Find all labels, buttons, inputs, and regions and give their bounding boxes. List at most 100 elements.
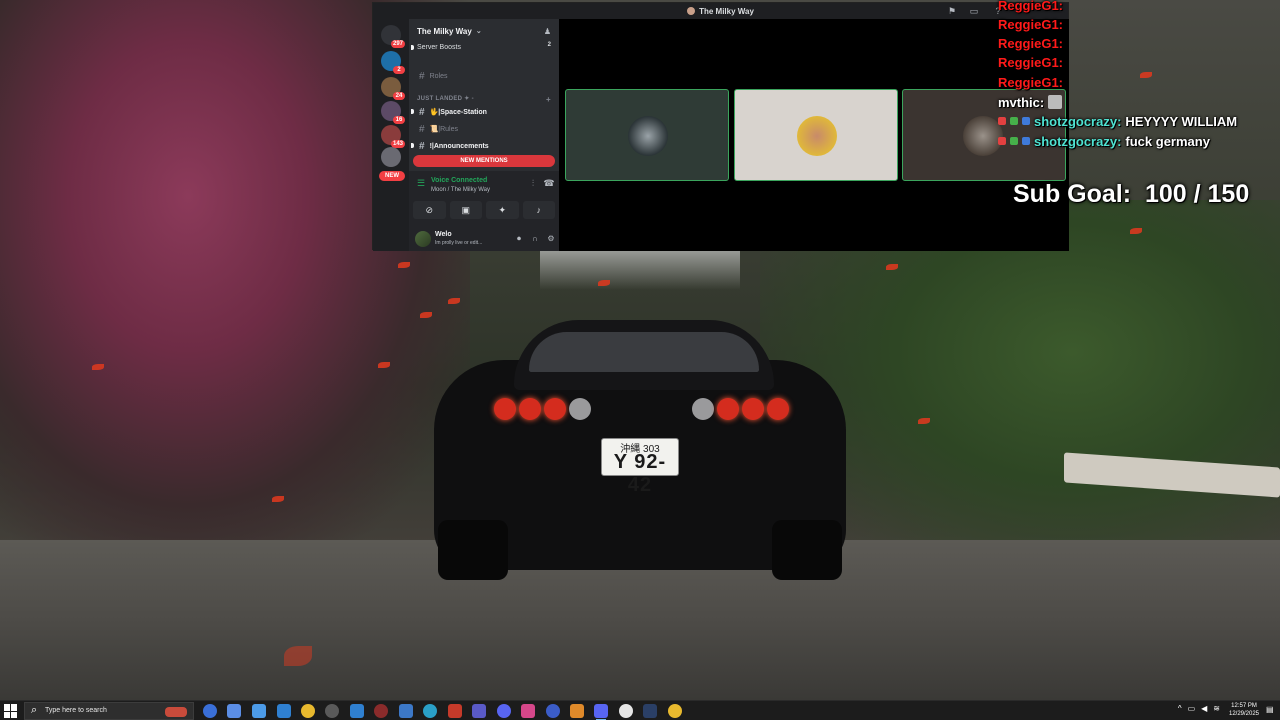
participant-tile[interactable] (565, 89, 729, 181)
hash-icon: # (419, 123, 425, 135)
channel-space-station[interactable]: # 🖖|Space-Station (409, 105, 559, 119)
badge-icon (998, 117, 1006, 125)
emote-icon (1048, 95, 1063, 109)
server-icon-button[interactable]: 24 (381, 77, 405, 100)
microphone-icon[interactable]: ⏺ (513, 233, 525, 245)
channel-announcements[interactable]: # !|Announcements (409, 139, 559, 153)
car-rear-window (529, 332, 759, 372)
channel-label: 🖖|Space-Station (429, 109, 487, 116)
signal-icon[interactable]: ☰ (417, 178, 427, 188)
sub-goal-value: 100 / 150 (1144, 180, 1250, 208)
widgets-icon[interactable] (227, 704, 241, 718)
windows-start-button[interactable] (4, 704, 18, 718)
server-icon-button[interactable]: 16 (381, 101, 405, 124)
clock-date: 12/29/2025 (1228, 711, 1260, 717)
category-just-landed[interactable]: JUST LANDED ✦ - + (409, 95, 559, 105)
falling-leaf (598, 280, 610, 286)
server-list: 297 2 24 16 143 NEW (373, 19, 409, 251)
username: Welo (435, 231, 452, 238)
clock[interactable]: 12:57 PM 12/29/2025 (1224, 702, 1264, 718)
server-icon-button[interactable]: 143 (381, 125, 405, 148)
server-boosts[interactable]: Server Boosts 2 (409, 41, 559, 53)
channel-roles[interactable]: # Roles (409, 69, 559, 83)
discord-window[interactable]: The Milky Way ⚑ ▭ ? 297 2 24 16 143 NEW … (372, 2, 1069, 251)
server-icon (687, 7, 696, 15)
new-mentions-bar[interactable]: NEW MENTIONS (413, 155, 555, 167)
window-title-container: The Milky Way (373, 3, 1068, 19)
wifi-icon[interactable]: ≋ (1213, 704, 1220, 713)
app-icon[interactable] (448, 704, 462, 718)
chrome-icon[interactable] (668, 704, 682, 718)
screen-share-button[interactable]: ▣ (449, 201, 482, 219)
title-bar[interactable]: The Milky Way ⚑ ▭ ? (373, 3, 1068, 19)
edge-icon[interactable] (423, 704, 437, 718)
voice-status[interactable]: Voice Connected (431, 177, 487, 184)
invite-icon[interactable]: ♟ (544, 27, 551, 36)
server-header[interactable]: The Milky Way ⌄ (409, 19, 559, 43)
license-plate: 沖縄 303 Y 92-42 (601, 438, 679, 496)
avatar[interactable] (415, 231, 431, 247)
direct-messages-button[interactable]: 297 (381, 25, 405, 48)
channel-label: Roles (429, 72, 448, 80)
noise-suppression-icon[interactable]: ⫶ (527, 177, 539, 189)
chat-message: ReggieG1: (998, 34, 1063, 52)
activities-button[interactable]: ✦ (486, 201, 519, 219)
notification-icon[interactable]: ▤ (1266, 705, 1276, 715)
hash-icon: # (419, 106, 425, 118)
taskbar-search[interactable]: ⌕ Type here to search (24, 702, 194, 720)
voice-connection-panel: ☰ Voice Connected Moon / The Milky Way ⫶… (409, 171, 559, 227)
app-icon[interactable] (570, 704, 584, 718)
chat-text: fuck germany (1125, 133, 1210, 149)
channel-sidebar: The Milky Way ⌄ ♟ Server Boosts 2 # Role… (409, 19, 559, 251)
server-icon-button[interactable] (381, 147, 401, 167)
sub-goal-label: Sub Goal: (1013, 180, 1132, 208)
app-icon[interactable] (619, 704, 633, 718)
pin-icon[interactable]: ⚑ (947, 6, 957, 16)
car-tire (438, 520, 508, 580)
discord-active-icon[interactable] (594, 704, 608, 720)
discord-icon[interactable] (497, 704, 511, 718)
chat-username: ReggieG1: (998, 54, 1064, 70)
car-taillight (692, 398, 714, 420)
camera-off-button[interactable]: ⊘ (413, 201, 446, 219)
chat-message: ReggieG1: (998, 15, 1063, 33)
new-unreads-pill[interactable]: NEW (379, 171, 405, 181)
app-icon[interactable] (399, 704, 413, 718)
steam-icon[interactable] (643, 704, 657, 718)
obs-icon[interactable] (325, 704, 339, 718)
chat-username: ReggieG1: (998, 16, 1064, 32)
app-icon[interactable] (472, 704, 486, 718)
app-icon[interactable] (546, 704, 560, 718)
file-explorer-icon[interactable] (252, 704, 266, 718)
headphones-icon[interactable]: ∩ (529, 233, 541, 245)
task-view-icon[interactable] (203, 704, 217, 718)
channel-label: 📜|Rules (429, 126, 458, 133)
chrome-icon[interactable] (301, 704, 315, 718)
unread-badge: 297 (390, 40, 405, 48)
app-icon[interactable] (521, 704, 535, 718)
chevron-up-icon[interactable]: ^ (1178, 704, 1182, 713)
car-taillight (569, 398, 591, 420)
start-tile (11, 704, 17, 711)
volume-icon[interactable]: ◀ (1201, 704, 1207, 713)
wallpaper-car: 沖縄 303 Y 92-42 (434, 320, 846, 580)
participant-tile[interactable] (734, 89, 898, 181)
network-icon[interactable]: ▭ (1188, 704, 1196, 713)
app-icon[interactable] (277, 704, 291, 718)
chevron-down-icon: ⌄ (475, 28, 482, 35)
channel-rules[interactable]: # 📜|Rules (409, 122, 559, 136)
app-icon[interactable] (350, 704, 364, 718)
gear-icon[interactable]: ⚙ (545, 233, 557, 245)
voice-location[interactable]: Moon / The Milky Way (431, 187, 490, 193)
soundboard-button[interactable]: ♪ (522, 201, 555, 219)
search-icon: ⌕ (31, 704, 38, 716)
car-taillight (717, 398, 739, 420)
add-channel-icon[interactable]: + (546, 95, 551, 104)
server-icon-button[interactable]: 2 (381, 51, 405, 74)
unread-indicator (411, 45, 414, 50)
app-icon[interactable] (374, 704, 388, 718)
disconnect-icon[interactable]: ☎ (543, 177, 555, 189)
screen-icon[interactable]: ▭ (969, 6, 979, 16)
unread-indicator (411, 109, 414, 114)
wallpaper-sky (540, 250, 740, 290)
